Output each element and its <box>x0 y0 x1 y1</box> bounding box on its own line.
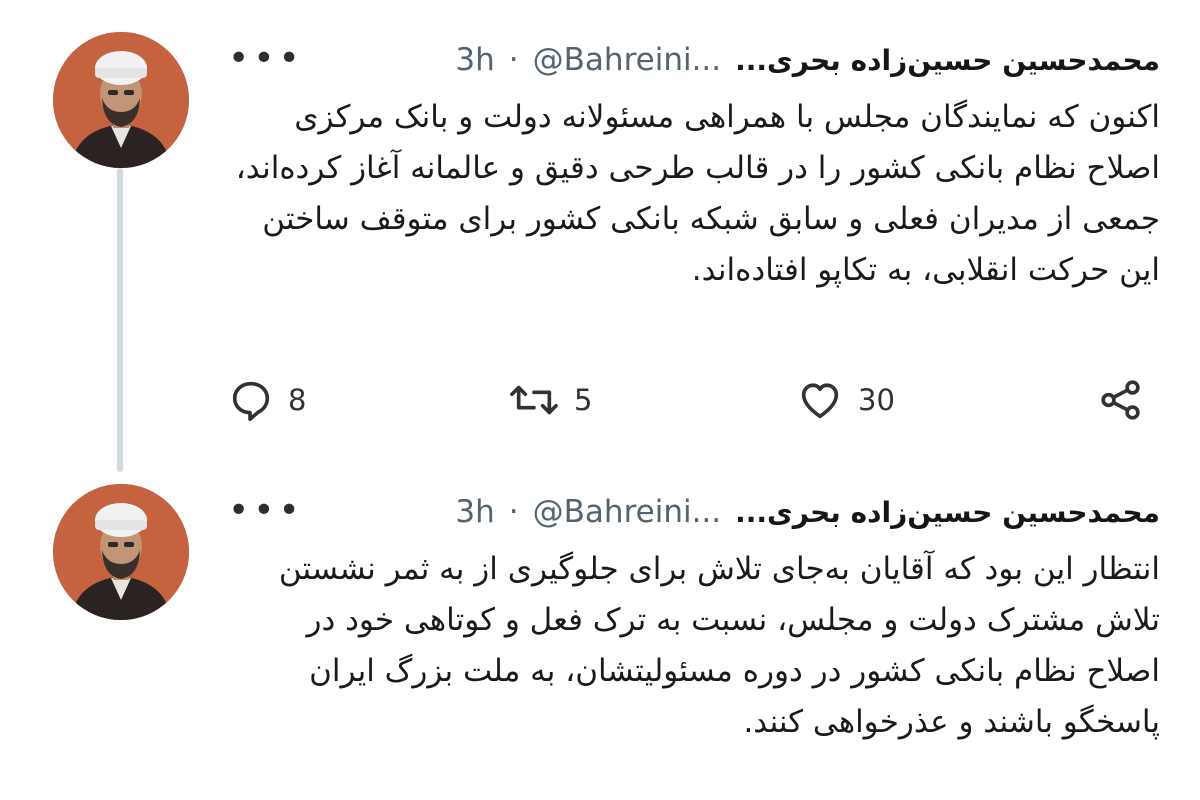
avatar[interactable] <box>53 484 189 620</box>
reply-icon <box>232 381 270 421</box>
author-display-name[interactable]: محمدحسین حسین‌زاده بحری... <box>735 496 1160 529</box>
avatar[interactable] <box>53 32 189 168</box>
separator-dot: · <box>508 42 519 78</box>
tweet-text: انتظار این بود که آقایان به‌جای تلاش برا… <box>278 551 1160 740</box>
tweet-text: اکنون که نمایندگان مجلس با همراهی مسئولا… <box>235 99 1160 288</box>
tweet[interactable]: ••• محمدحسین حسین‌زاده بحری... @Bahreini… <box>0 0 1200 480</box>
like-button[interactable]: 30 <box>796 377 895 423</box>
tweet[interactable]: ••• محمدحسین حسین‌زاده بحری... @Bahreini… <box>0 480 1200 800</box>
author-handle[interactable]: @Bahreini... <box>533 42 721 78</box>
reply-button[interactable]: 8 <box>228 377 306 423</box>
retweet-count: 5 <box>574 383 593 417</box>
tweet-header: ••• محمدحسین حسین‌زاده بحری... @Bahreini… <box>228 30 1160 90</box>
tweet-actions: 8 5 30 <box>228 372 1158 428</box>
timestamp[interactable]: 3h <box>455 494 494 530</box>
like-count: 30 <box>858 383 895 417</box>
tweet-header: ••• محمدحسین حسین‌زاده بحری... @Bahreini… <box>228 482 1160 542</box>
reply-count: 8 <box>288 383 307 417</box>
author-handle[interactable]: @Bahreini... <box>533 494 721 530</box>
separator-dot: · <box>508 494 519 530</box>
more-options-icon[interactable]: ••• <box>228 482 300 540</box>
author-display-name[interactable]: محمدحسین حسین‌زاده بحری... <box>735 44 1160 77</box>
retweet-button[interactable]: 5 <box>508 377 592 423</box>
timestamp[interactable]: 3h <box>455 42 494 78</box>
share-icon <box>1101 380 1140 420</box>
more-options-icon[interactable]: ••• <box>228 30 300 88</box>
profile-photo-icon <box>53 32 189 168</box>
profile-photo-icon <box>53 484 189 620</box>
retweet-icon <box>510 385 558 415</box>
heart-icon <box>801 383 839 419</box>
share-button[interactable] <box>1098 377 1144 423</box>
